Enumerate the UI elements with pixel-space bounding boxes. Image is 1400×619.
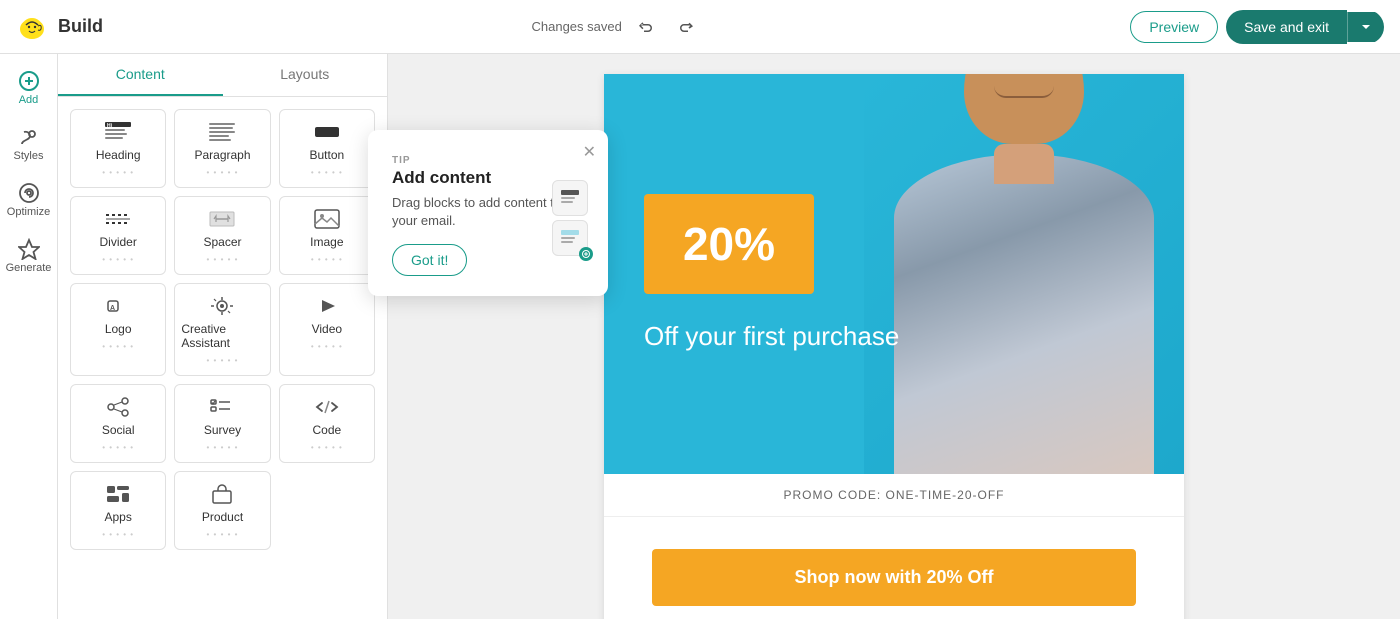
email-hero: 20% Off your first purchase [604, 74, 1184, 474]
video-icon [312, 294, 342, 318]
topbar: Build Changes saved Preview Save and exi… [0, 0, 1400, 54]
panel-item-video[interactable]: Video • • • • • [279, 283, 375, 376]
button-label: Button [309, 148, 344, 162]
preview-button[interactable]: Preview [1130, 11, 1218, 43]
main-layout: Add Styles Optimize Generate [0, 54, 1400, 619]
heading-label: Heading [96, 148, 141, 162]
divider-label: Divider [99, 235, 136, 249]
tooltip-close-button[interactable]: ✕ [583, 142, 596, 162]
panel-item-survey[interactable]: Survey • • • • • [174, 384, 270, 463]
spacer-label: Spacer [203, 235, 241, 249]
panel-item-code[interactable]: Code • • • • • [279, 384, 375, 463]
person-head [964, 74, 1084, 144]
generate-icon [18, 238, 40, 260]
icon-sidebar: Add Styles Optimize Generate [0, 54, 58, 619]
redo-button[interactable] [670, 11, 702, 43]
tooltip-mini-icon-2 [552, 220, 588, 256]
panel-item-heading[interactable]: Hi Heading • • • • • [70, 109, 166, 188]
panel-item-logo[interactable]: A Logo • • • • • [70, 283, 166, 376]
sidebar-item-generate[interactable]: Generate [4, 230, 54, 282]
logo-icon: A [103, 294, 133, 318]
social-icon [103, 395, 133, 419]
code-label: Code [312, 423, 341, 437]
tooltip-popup: TIP Add content Drag blocks to add conte… [368, 130, 608, 296]
panel-tabs: Content Layouts [58, 54, 387, 97]
panel-grid: Hi Heading • • • • • Paragrap [58, 97, 387, 562]
shop-btn-wrapper: Shop now with 20% Off [604, 517, 1184, 619]
topbar-left: Build [16, 11, 103, 43]
topbar-right: Preview Save and exit [1130, 10, 1384, 44]
sidebar-item-styles-label: Styles [14, 150, 44, 162]
panel-item-apps[interactable]: Apps • • • • • [70, 471, 166, 550]
save-button[interactable]: Save and exit [1226, 10, 1347, 44]
email-preview: 20% Off your first purchase [604, 74, 1184, 619]
promo-badge: 20% [644, 194, 814, 294]
social-label: Social [102, 423, 135, 437]
image-icon [312, 207, 342, 231]
changes-saved-text: Changes saved [532, 19, 622, 34]
creative-assistant-icon [207, 294, 237, 318]
panel-item-creative-assistant[interactable]: Creative Assistant • • • • • [174, 283, 270, 376]
code-icon [312, 395, 342, 419]
divider-icon [103, 207, 133, 231]
tooltip-icons [552, 180, 588, 256]
button-icon [312, 120, 342, 144]
panel-item-social[interactable]: Social • • • • • [70, 384, 166, 463]
sidebar-item-styles[interactable]: Styles [4, 118, 54, 170]
apps-label: Apps [104, 510, 131, 524]
tooltip-tip-label: TIP [392, 155, 411, 166]
email-hero-content: 20% Off your first purchase [604, 154, 939, 394]
shop-now-button[interactable]: Shop now with 20% Off [652, 549, 1136, 606]
panel-item-button[interactable]: Button • • • • • [279, 109, 375, 188]
tab-content[interactable]: Content [58, 54, 223, 96]
image-label: Image [310, 235, 343, 249]
logo-label: Logo [105, 322, 132, 336]
panel-item-image[interactable]: Image • • • • • [279, 196, 375, 275]
heading-icon: Hi [103, 120, 133, 144]
chevron-down-icon [1360, 21, 1372, 33]
panel-item-spacer[interactable]: Spacer • • • • • [174, 196, 270, 275]
save-button-group: Save and exit [1226, 10, 1384, 44]
product-label: Product [202, 510, 243, 524]
survey-icon [207, 395, 237, 419]
person-neck [994, 144, 1054, 184]
redo-icon [678, 19, 694, 35]
apps-icon [103, 482, 133, 506]
spacer-icon [207, 207, 237, 231]
product-icon [207, 482, 237, 506]
sidebar-item-optimize-label: Optimize [7, 206, 50, 218]
panel-item-product[interactable]: Product • • • • • [174, 471, 270, 550]
undo-icon [638, 19, 654, 35]
undo-button[interactable] [630, 11, 662, 43]
got-it-button[interactable]: Got it! [392, 244, 467, 276]
sidebar-item-generate-label: Generate [6, 262, 52, 274]
tooltip-mini-icon-1 [552, 180, 588, 216]
sidebar-item-add[interactable]: Add [4, 62, 54, 114]
topbar-center: Changes saved [532, 11, 702, 43]
app-title: Build [58, 16, 103, 37]
sidebar-item-add-label: Add [19, 94, 39, 106]
promo-code-section: PROMO CODE: ONE-TIME-20-OFF [604, 474, 1184, 517]
svg-text:Hi: Hi [107, 123, 113, 129]
styles-icon [18, 126, 40, 148]
mailchimp-logo [16, 11, 48, 43]
creative-assistant-label: Creative Assistant [181, 322, 263, 350]
video-label: Video [312, 322, 342, 336]
sidebar-item-optimize[interactable]: Optimize [4, 174, 54, 226]
optimize-icon [18, 182, 40, 204]
panel-item-divider[interactable]: Divider • • • • • [70, 196, 166, 275]
panel-item-paragraph[interactable]: Paragraph • • • • • [174, 109, 270, 188]
paragraph-icon [207, 120, 237, 144]
svg-text:A: A [110, 305, 115, 312]
survey-label: Survey [204, 423, 241, 437]
save-dropdown-button[interactable] [1347, 12, 1384, 42]
add-icon [18, 70, 40, 92]
paragraph-label: Paragraph [194, 148, 250, 162]
hero-text: Off your first purchase [644, 318, 899, 354]
promo-code-text: PROMO CODE: ONE-TIME-20-OFF [783, 488, 1004, 502]
tab-layouts[interactable]: Layouts [223, 54, 388, 96]
content-panel: Content Layouts Hi Heading • • • • • [58, 54, 388, 619]
